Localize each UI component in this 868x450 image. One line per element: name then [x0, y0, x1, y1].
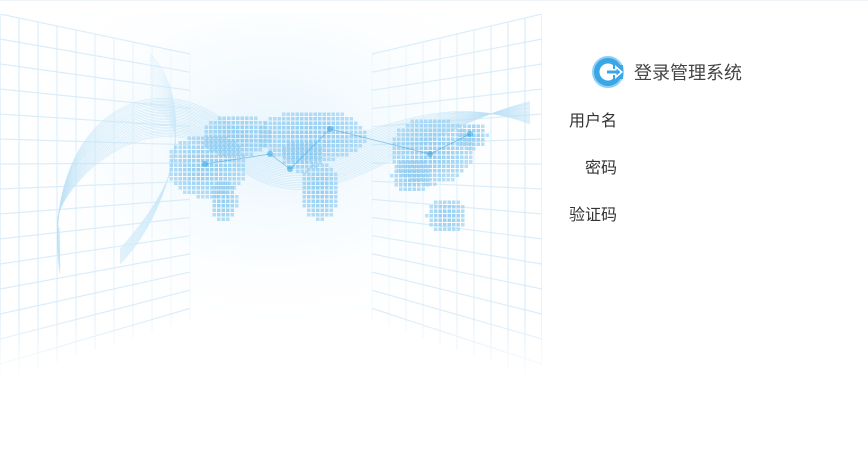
password-label: 密码	[584, 158, 617, 177]
login-panel: 登录管理系统 用户名 密码 验证码	[555, 50, 855, 250]
top-divider	[0, 0, 868, 1]
username-input[interactable]	[625, 103, 843, 131]
exit-arrow-icon	[592, 56, 624, 88]
captcha-label: 验证码	[568, 205, 617, 224]
world-map-banner	[0, 14, 542, 380]
world-map-illustration	[0, 14, 542, 380]
captcha-input[interactable]	[625, 197, 843, 225]
brand-header: 登录管理系统	[591, 55, 742, 89]
login-page: 登录管理系统 用户名 密码 验证码	[0, 0, 868, 450]
password-input[interactable]	[625, 150, 843, 178]
page-title: 登录管理系统	[634, 63, 742, 84]
username-label: 用户名	[568, 111, 617, 130]
